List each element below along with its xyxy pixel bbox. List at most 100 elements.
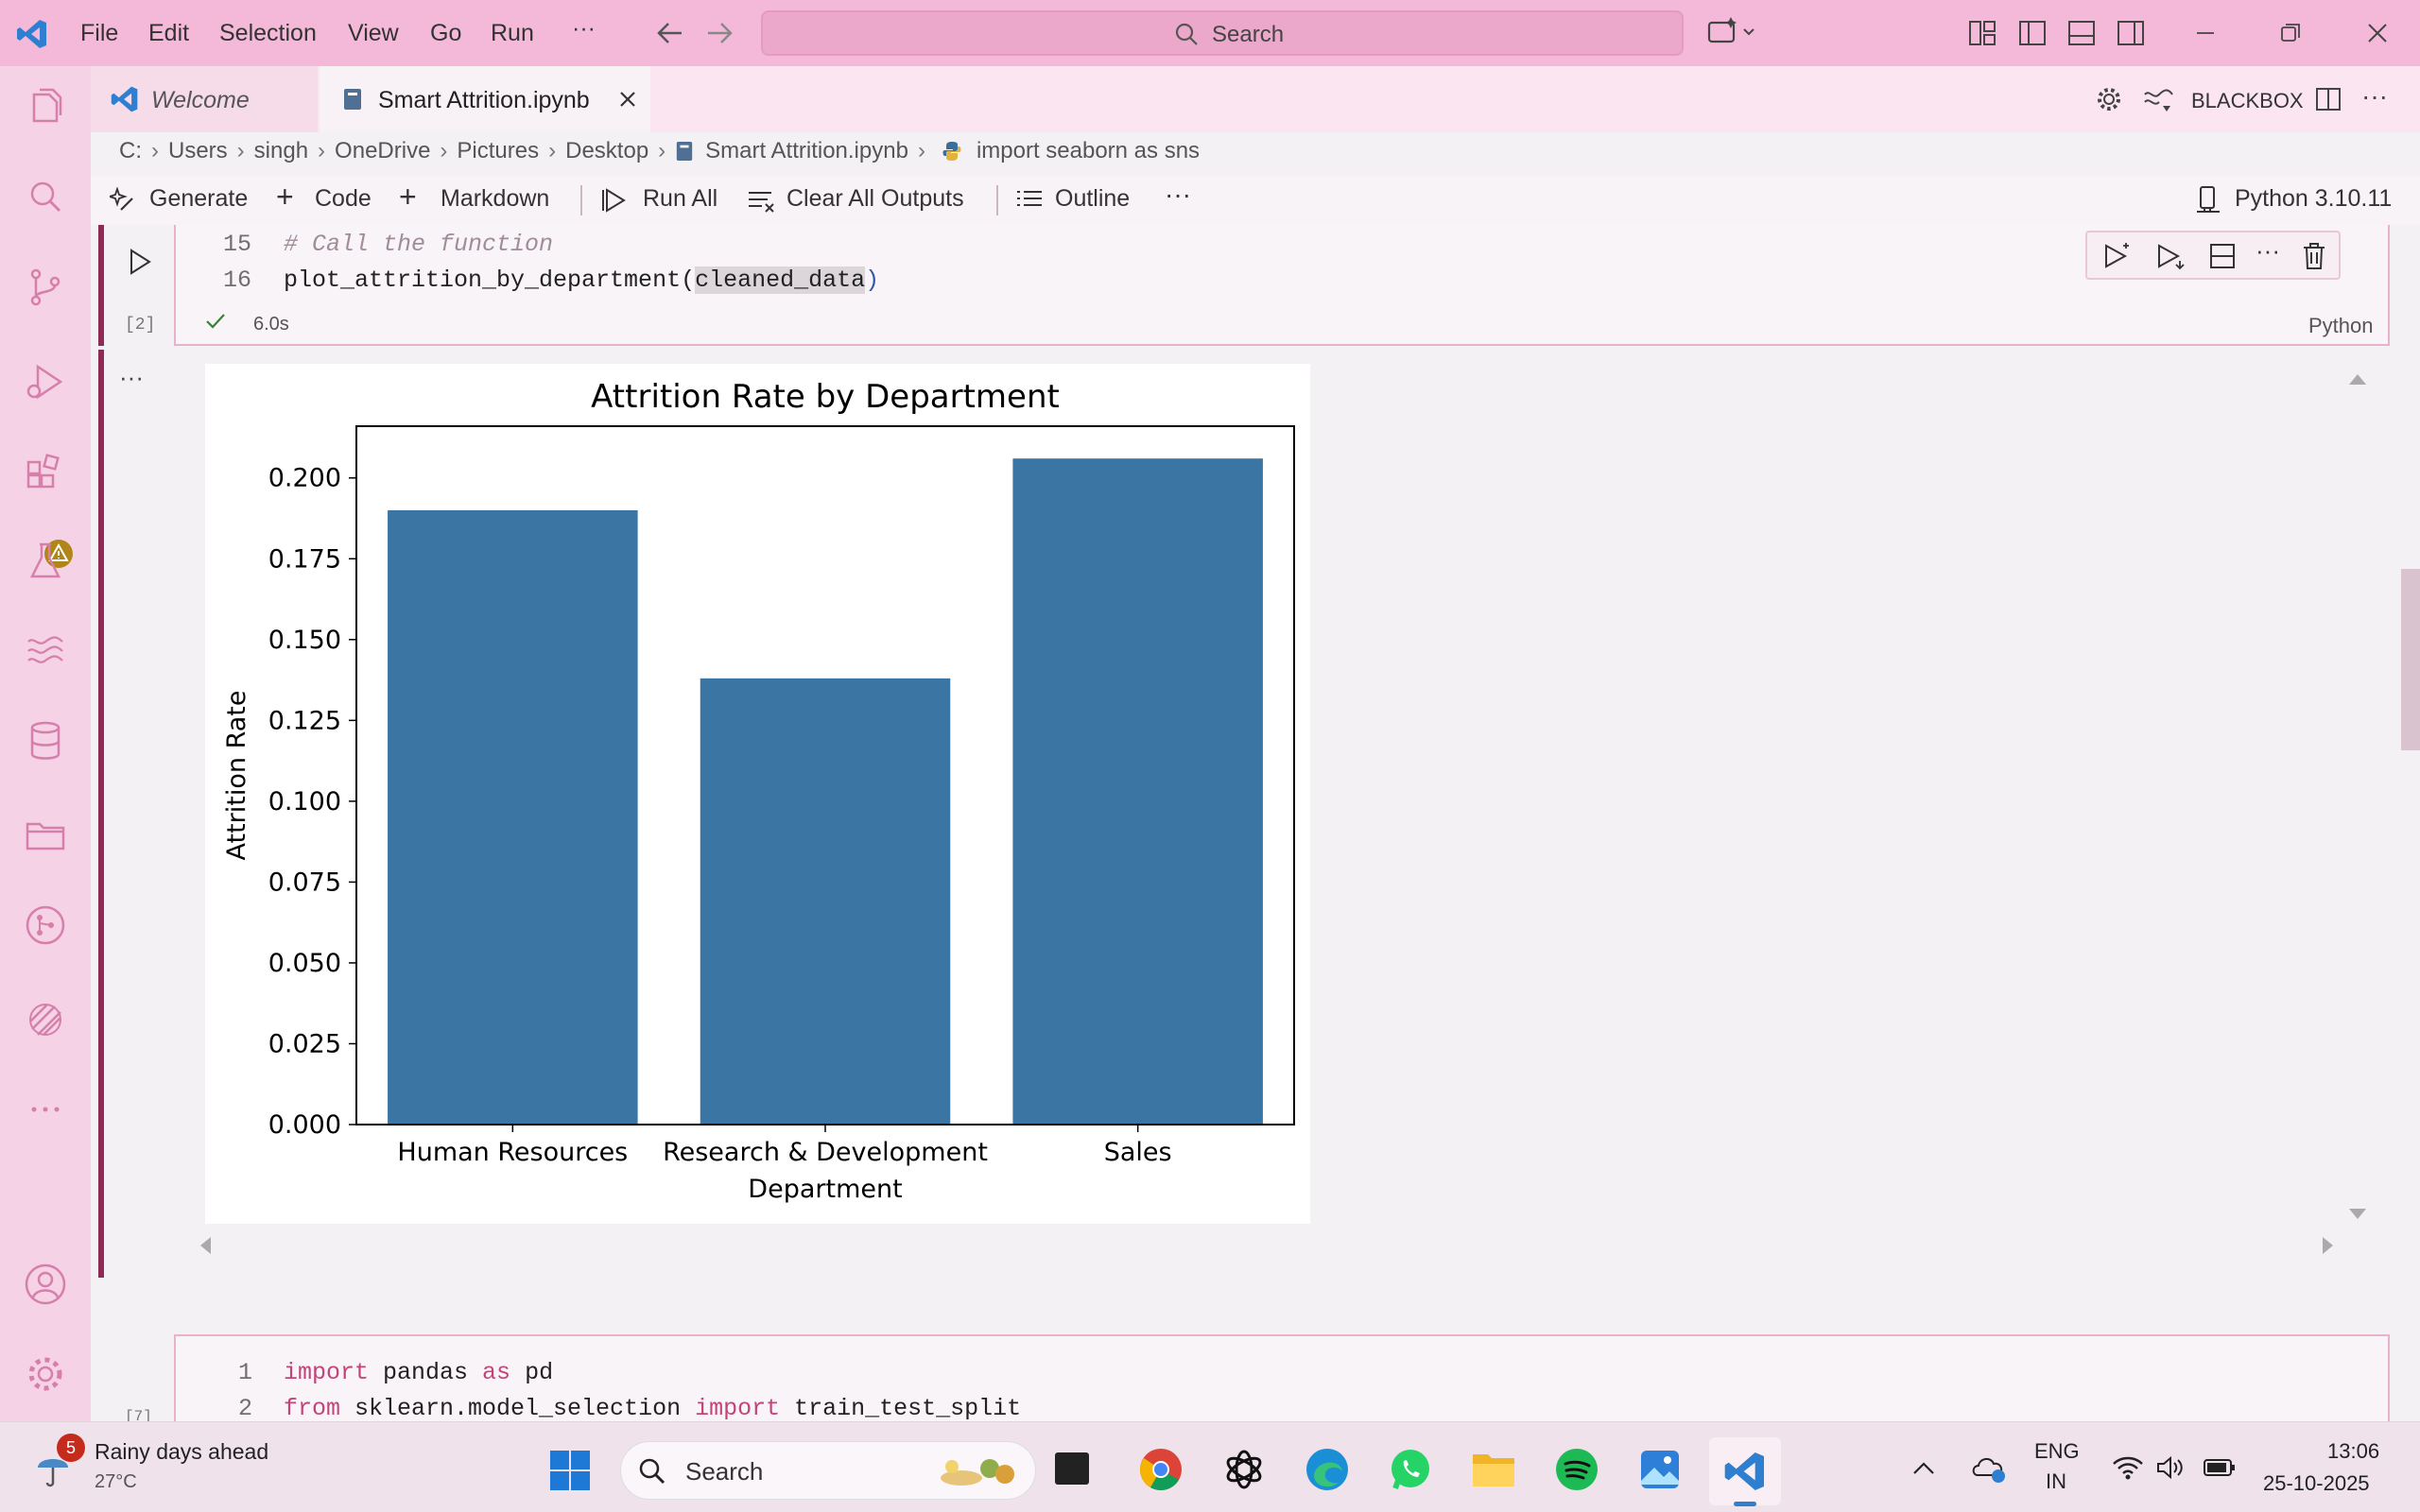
toggle-panel-icon[interactable] (2067, 19, 2096, 47)
clear-all-outputs-button[interactable]: Clear All Outputs (786, 185, 964, 213)
execute-below-icon[interactable] (2153, 242, 2186, 270)
crumb-users[interactable]: Users (168, 138, 228, 164)
explorer-icon[interactable] (23, 85, 68, 130)
windows-start-icon[interactable] (548, 1449, 592, 1492)
database-icon[interactable] (23, 718, 68, 764)
check-icon (206, 314, 225, 329)
delete-cell-icon[interactable] (2301, 242, 2327, 270)
accounts-icon[interactable] (23, 1262, 68, 1307)
menu-edit[interactable]: Edit (148, 20, 189, 47)
add-markdown-button[interactable]: Markdown (441, 185, 549, 213)
forward-arrow-icon[interactable] (704, 19, 735, 47)
edge-icon[interactable] (1305, 1447, 1350, 1492)
kernel-picker[interactable]: Python 3.10.11 (2235, 185, 2392, 213)
crumb-desktop[interactable]: Desktop (565, 138, 648, 164)
copilot-icon[interactable] (1706, 17, 1759, 49)
show-hidden-icons[interactable] (1911, 1458, 1936, 1479)
search-label: Search (1212, 22, 1285, 47)
folder-icon[interactable] (23, 813, 68, 858)
scroll-right-arrow-icon[interactable] (2320, 1234, 2337, 1257)
menu-file[interactable]: File (80, 20, 118, 47)
split-cell-icon[interactable] (2208, 242, 2237, 270)
toolbar-more-button[interactable]: ··· (1165, 180, 1191, 210)
output-more-actions[interactable]: ··· (119, 363, 144, 392)
crumb-singh[interactable]: singh (254, 138, 308, 164)
scroll-left-arrow-icon[interactable] (197, 1234, 214, 1257)
command-center-search[interactable]: Search (761, 10, 1684, 56)
extensions-icon[interactable] (23, 449, 68, 494)
more-views-icon[interactable] (23, 1087, 68, 1132)
menu-view[interactable]: View (348, 20, 399, 47)
task-view-icon[interactable] (1055, 1452, 1089, 1485)
crumb-onedrive[interactable]: OneDrive (335, 138, 430, 164)
whatsapp-icon[interactable] (1388, 1447, 1433, 1492)
cell-more-icon[interactable]: ··· (2256, 236, 2280, 266)
run-cell-icon[interactable] (127, 248, 153, 276)
execute-above-icon[interactable] (2100, 242, 2133, 270)
photos-icon[interactable] (1637, 1447, 1683, 1492)
code-cell[interactable]: 15 # Call the function 16 plot_attrition… (174, 225, 2390, 346)
search-sidebar-icon[interactable] (23, 175, 68, 220)
editor-scrollbar[interactable] (2401, 569, 2420, 750)
wifi-icon[interactable] (2112, 1454, 2144, 1481)
spotify-icon[interactable] (1554, 1447, 1599, 1492)
git-graph-icon[interactable] (23, 902, 68, 948)
add-code-button[interactable]: Code (315, 185, 372, 213)
weather-title[interactable]: Rainy days ahead (95, 1439, 268, 1465)
outline-button[interactable]: Outline (1055, 185, 1130, 213)
wave-extension-icon[interactable] (23, 628, 68, 674)
close-tab-icon[interactable] (618, 90, 637, 109)
settings-gear-icon[interactable] (23, 1351, 68, 1397)
volume-icon[interactable] (2155, 1454, 2186, 1481)
x-tick-label: Human Resources (397, 1138, 628, 1167)
vscode-taskbar-icon[interactable] (1722, 1449, 1768, 1494)
battery-icon[interactable] (2203, 1456, 2237, 1479)
scroll-up-arrow-icon[interactable] (2346, 370, 2369, 387)
settings-icon[interactable] (2095, 85, 2123, 113)
input-language[interactable]: ENG (2034, 1439, 2080, 1464)
crumb-pictures[interactable]: Pictures (457, 138, 539, 164)
run-all-button[interactable]: Run All (643, 185, 717, 213)
source-control-icon[interactable] (23, 265, 68, 310)
cell-language[interactable]: Python (2308, 314, 2374, 338)
toggle-sidebar-icon[interactable] (2018, 19, 2047, 47)
split-editor-icon[interactable] (2314, 85, 2342, 113)
generate-button[interactable]: Generate (149, 185, 248, 213)
clock-time[interactable]: 13:06 (2327, 1439, 2379, 1464)
code-line-number: 16 (223, 266, 252, 294)
chrome-icon[interactable] (1138, 1447, 1184, 1492)
execution-count: [2] (125, 316, 156, 335)
minimize-icon[interactable] (2191, 19, 2220, 47)
customize-layout-icon[interactable] (1968, 19, 1996, 47)
run-debug-icon[interactable] (23, 359, 68, 404)
search-icon (1175, 23, 1198, 45)
onedrive-sync-icon[interactable] (1970, 1452, 2008, 1485)
menu-go[interactable]: Go (430, 20, 461, 47)
blackbox-label[interactable]: BLACKBOX (2191, 89, 2304, 113)
scroll-down-arrow-icon[interactable] (2346, 1206, 2369, 1223)
toggle-secondary-sidebar-icon[interactable] (2117, 19, 2145, 47)
taskbar-search[interactable]: Search (620, 1441, 1036, 1500)
cell-focus-indicator (98, 225, 104, 346)
blackbox-icon[interactable] (2142, 85, 2174, 113)
editor-more-actions[interactable]: ··· (2361, 81, 2388, 112)
restore-icon[interactable] (2276, 19, 2305, 47)
clock-date[interactable]: 25-10-2025 (2263, 1471, 2370, 1496)
menu-selection[interactable]: Selection (219, 20, 317, 47)
chatgpt-icon[interactable] (1221, 1447, 1267, 1492)
crumb-symbol[interactable]: import seaborn as sns (977, 138, 1200, 164)
crumb-drive[interactable]: C: (119, 138, 142, 164)
kernel-icon (2197, 186, 2220, 213)
tab-smart-attrition[interactable]: Smart Attrition.ipynb (320, 66, 650, 132)
tab-welcome[interactable]: Welcome (91, 66, 318, 132)
code-cell[interactable]: 1 import pandas as pd 2 from sklearn.mod… (174, 1334, 2390, 1429)
file-explorer-icon[interactable] (1471, 1449, 1516, 1490)
close-window-icon[interactable] (2363, 19, 2392, 47)
back-arrow-icon[interactable] (655, 19, 685, 47)
menu-run[interactable]: Run (491, 20, 534, 47)
remote-explorer-icon[interactable] (23, 997, 68, 1042)
input-region[interactable]: IN (2046, 1469, 2066, 1494)
testing-icon[interactable] (23, 539, 68, 584)
menu-more[interactable]: ··· (572, 15, 596, 43)
crumb-notebook[interactable]: Smart Attrition.ipynb (705, 138, 908, 164)
